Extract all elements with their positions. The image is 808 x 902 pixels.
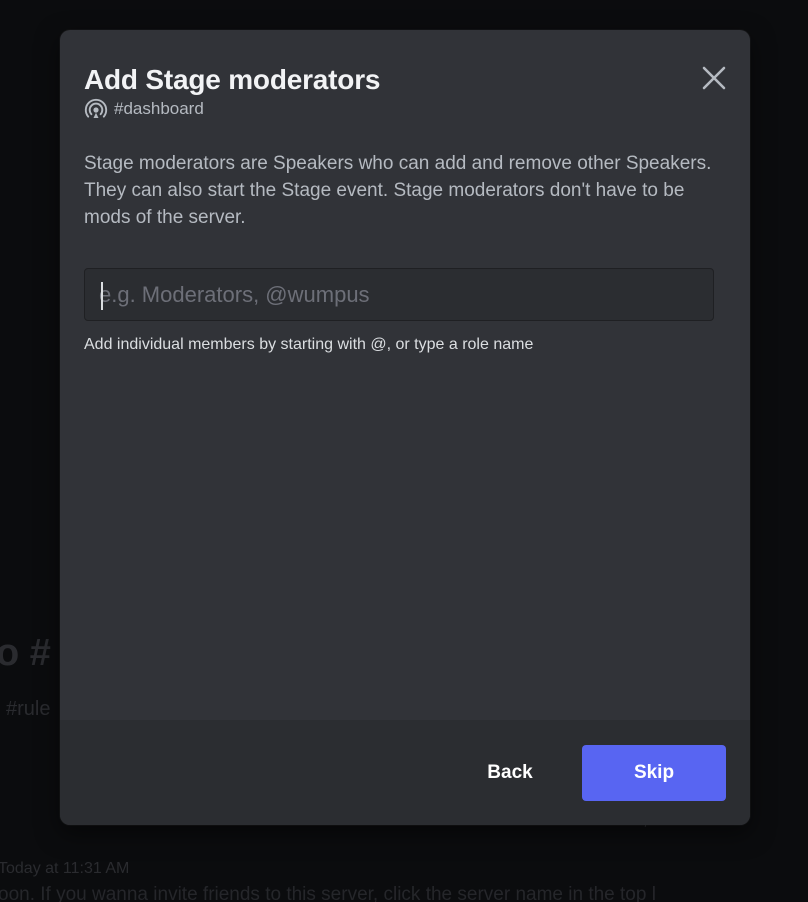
background-message-timestamp: Today at 11:31 AM: [0, 860, 130, 877]
moderator-search-field[interactable]: [84, 268, 714, 321]
text-caret: [101, 282, 103, 310]
stage-channel-name: #dashboard: [114, 99, 204, 118]
modal-title: Add Stage moderators: [84, 64, 381, 95]
background-message-text: oon. If you wanna invite friends to this…: [0, 884, 656, 902]
stage-channel-subtitle: #dashboard: [84, 97, 204, 121]
add-stage-moderators-modal: Add Stage moderators #dashboard Stage mo…: [60, 30, 750, 825]
stage-channel-icon: [84, 98, 108, 118]
skip-button[interactable]: Skip: [582, 745, 726, 801]
back-button[interactable]: Back: [470, 745, 550, 801]
moderator-search-input[interactable]: [85, 269, 713, 320]
modal-description: Stage moderators are Speakers who can ad…: [84, 153, 712, 228]
close-icon: [702, 66, 726, 90]
close-button[interactable]: [698, 62, 730, 94]
input-hint: Add individual members by starting with …: [84, 336, 534, 353]
modal-footer: Back Skip: [60, 720, 750, 825]
background-channel-link: #rule: [6, 698, 51, 720]
background-channel-heading: o #: [0, 632, 51, 674]
